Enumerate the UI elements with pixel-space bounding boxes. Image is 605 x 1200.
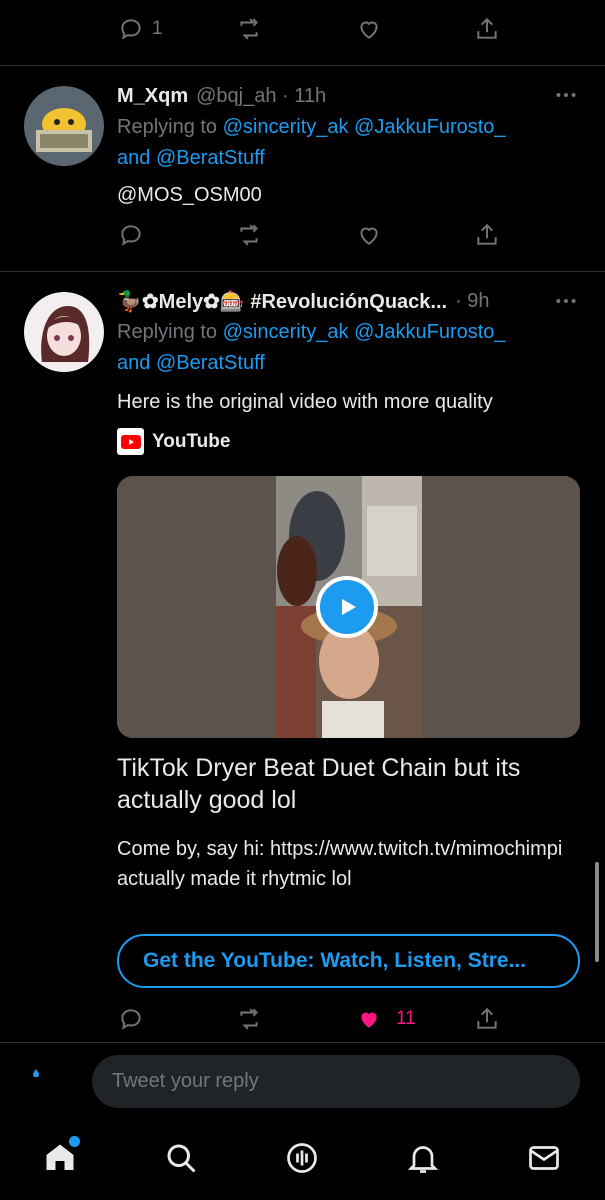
replying-to-line: Replying to @sincerity_ak @JakkuFurosto_ xyxy=(117,116,506,139)
share-icon xyxy=(477,17,497,39)
retweet-button[interactable] xyxy=(236,16,262,42)
play-icon[interactable] xyxy=(316,576,378,638)
heart-icon xyxy=(360,21,378,39)
search-icon xyxy=(167,1144,196,1173)
reply-button[interactable] xyxy=(118,1006,144,1032)
heart-filled-icon xyxy=(361,1012,377,1028)
scrollbar[interactable] xyxy=(595,862,599,962)
share-button[interactable] xyxy=(474,1006,500,1032)
more-options-icon[interactable] xyxy=(553,82,579,108)
notification-dot xyxy=(69,1136,80,1147)
mention-link[interactable]: @sincerity_ak @JakkuFurosto_ xyxy=(223,116,506,138)
reply-input[interactable]: Tweet your reply xyxy=(92,1055,580,1108)
reply-button[interactable] xyxy=(118,222,144,248)
handle-and-time: @bqj_ah · 11h xyxy=(196,84,327,107)
display-name[interactable]: 🦆✿Mely✿🎰 #RevoluciónQuack... xyxy=(117,289,447,314)
share-button[interactable] xyxy=(474,222,500,248)
more-options-icon[interactable] xyxy=(553,288,579,314)
tweet-text[interactable]: @MOS_OSM00 xyxy=(117,184,262,207)
card-description: Come by, say hi: https://www.twitch.tv/m… xyxy=(117,838,563,890)
reply-count: 1 xyxy=(152,18,163,39)
display-name[interactable]: M_Xqm xyxy=(117,85,188,108)
replying-and: and xyxy=(117,352,156,374)
retweet-button[interactable] xyxy=(236,1006,262,1032)
nav-search[interactable] xyxy=(163,1140,199,1176)
replying-to-label: Replying to xyxy=(117,321,223,343)
drop-indicator-icon xyxy=(33,1069,39,1077)
reply-bar: Tweet your reply xyxy=(0,1042,605,1122)
video-thumbnail[interactable] xyxy=(117,476,580,738)
replying-to-label: Replying to xyxy=(117,116,223,138)
nav-home[interactable] xyxy=(42,1136,80,1176)
card-title[interactable]: TikTok Dryer Beat Duet Chain but its act… xyxy=(117,752,577,816)
nav-notifications[interactable] xyxy=(405,1140,441,1176)
share-button[interactable] xyxy=(474,16,500,42)
avatar[interactable] xyxy=(24,292,104,372)
previous-tweet-actions: 1 xyxy=(0,0,605,66)
like-button[interactable] xyxy=(356,222,382,248)
avatar[interactable] xyxy=(24,86,104,166)
youtube-icon xyxy=(117,428,144,455)
tweet-header: M_Xqm @bqj_ah · 11h xyxy=(117,81,545,111)
mention-link[interactable]: @BeratStuff xyxy=(156,352,265,374)
replying-and: and xyxy=(117,147,156,169)
mention-link[interactable]: @sincerity_ak @JakkuFurosto_ xyxy=(223,321,506,343)
handle-and-time: · 9h xyxy=(455,289,490,312)
link-source[interactable]: YouTube xyxy=(117,428,230,455)
like-button[interactable] xyxy=(356,16,382,42)
like-button[interactable]: 11 xyxy=(356,1006,416,1032)
like-count: 11 xyxy=(396,1008,416,1029)
share-icon xyxy=(477,1007,497,1029)
replying-to-line-2: and @BeratStuff xyxy=(117,352,265,375)
tweet-text: Here is the original video with more qua… xyxy=(117,391,493,413)
retweet-icon xyxy=(240,18,258,40)
heart-icon xyxy=(360,227,378,245)
share-icon xyxy=(477,223,497,245)
reply-button[interactable]: 1 xyxy=(118,16,163,42)
tweet[interactable]: 🦆✿Mely✿🎰 #RevoluciónQuack... · 9h Replyi… xyxy=(0,272,605,1042)
replying-to-line: Replying to @sincerity_ak @JakkuFurosto_ xyxy=(117,321,506,344)
reply-icon xyxy=(121,19,141,40)
nav-messages[interactable] xyxy=(526,1140,562,1176)
bell-icon xyxy=(407,1146,439,1173)
avatar-image xyxy=(24,86,104,166)
mention-link[interactable]: @BeratStuff xyxy=(156,147,265,169)
nav-spaces[interactable] xyxy=(284,1140,320,1176)
spaces-icon xyxy=(287,1143,317,1173)
retweet-button[interactable] xyxy=(236,222,262,248)
replying-to-line-2: and @BeratStuff xyxy=(117,147,265,170)
card-cta-button[interactable]: Get the YouTube: Watch, Listen, Stre... xyxy=(117,934,580,988)
reply-icon xyxy=(121,225,141,246)
tweet[interactable]: M_Xqm @bqj_ah · 11h Replying to @sinceri… xyxy=(0,66,605,272)
tweet-header: 🦆✿Mely✿🎰 #RevoluciónQuack... · 9h xyxy=(117,286,545,316)
retweet-icon xyxy=(240,224,258,246)
mail-icon xyxy=(529,1146,559,1170)
bottom-nav xyxy=(0,1122,605,1200)
avatar-image xyxy=(24,292,104,372)
retweet-icon xyxy=(240,1008,258,1030)
reply-icon xyxy=(121,1009,141,1030)
source-label: YouTube xyxy=(152,430,231,452)
